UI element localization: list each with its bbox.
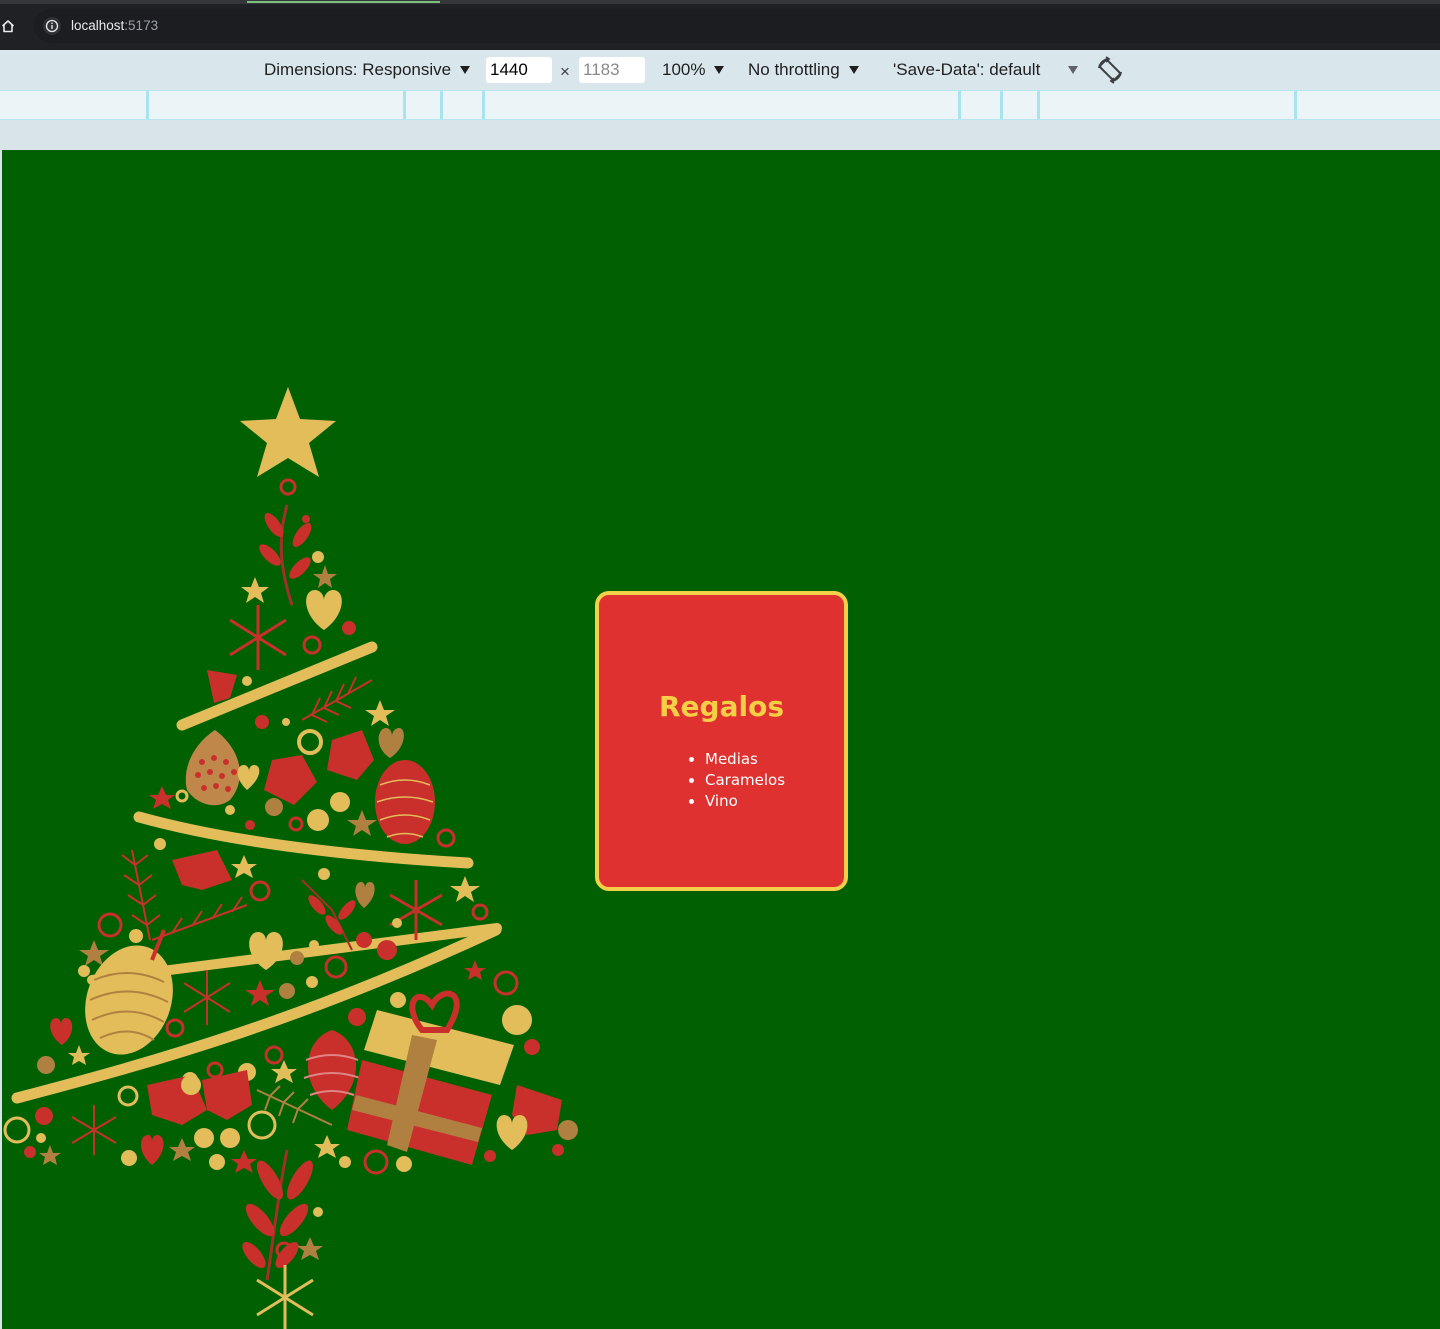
media-query-bar	[0, 90, 1440, 120]
site-info-button[interactable]	[43, 17, 61, 35]
save-data-caret-button[interactable]	[1068, 50, 1078, 90]
dimension-separator: ×	[560, 62, 570, 81]
rotate-button[interactable]	[1095, 55, 1125, 85]
media-query-marker[interactable]	[958, 91, 961, 119]
throttling-label: No throttling	[748, 60, 840, 79]
snowflake-icon	[71, 1105, 117, 1155]
save-data-label: 'Save-Data': default	[893, 60, 1041, 79]
chevron-down-icon	[460, 66, 471, 74]
url-host: localhost	[71, 18, 125, 33]
active-tab-indicator	[247, 1, 440, 3]
height-input[interactable]	[579, 57, 645, 83]
ruler	[0, 120, 1440, 150]
media-query-marker[interactable]	[403, 91, 406, 119]
media-query-marker[interactable]	[1037, 91, 1040, 119]
url-text[interactable]: localhost:5173	[71, 17, 158, 35]
dimensions-label: Dimensions: Responsive	[264, 60, 452, 79]
list-item: Caramelos	[705, 770, 785, 791]
omnibox[interactable]: localhost:5173	[34, 9, 1440, 43]
chevron-down-icon	[848, 66, 859, 74]
device-toolbar: Dimensions: Responsive × 100% No throttl…	[0, 50, 1440, 90]
media-query-marker[interactable]	[146, 91, 149, 119]
snowflake-icon	[256, 1265, 314, 1329]
gift-icon	[347, 990, 514, 1165]
media-query-marker[interactable]	[440, 91, 443, 119]
list-item: Medias	[705, 749, 785, 770]
chevron-down-icon	[1068, 66, 1078, 74]
page-viewport: Regalos Medias Caramelos Vino	[2, 150, 1440, 1329]
home-icon	[1, 20, 15, 33]
home-button[interactable]	[0, 14, 16, 38]
media-query-marker[interactable]	[1294, 91, 1297, 119]
zoom-label: 100%	[662, 60, 706, 79]
gifts-card: Regalos Medias Caramelos Vino	[595, 591, 848, 891]
snowflake-icon	[183, 970, 231, 1025]
zoom-dropdown[interactable]: 100%	[662, 50, 725, 90]
list-item: Vino	[705, 791, 785, 812]
media-query-marker[interactable]	[482, 91, 485, 119]
throttling-dropdown[interactable]: No throttling	[748, 50, 859, 90]
media-query-marker[interactable]	[1000, 91, 1003, 119]
url-port: :5173	[124, 18, 159, 33]
chevron-down-icon	[714, 66, 725, 74]
width-input[interactable]	[486, 57, 552, 83]
snowflake-icon	[229, 605, 287, 670]
snowflake-icon	[389, 880, 443, 940]
site-info-icon	[45, 19, 59, 33]
star-icon	[240, 387, 336, 477]
card-title: Regalos	[659, 690, 784, 723]
rotate-icon	[1098, 56, 1122, 84]
christmas-tree-illustration	[3, 387, 578, 1329]
save-data-dropdown[interactable]: 'Save-Data': default	[893, 50, 1040, 90]
address-bar-row: localhost:5173	[0, 4, 1440, 50]
dimensions-dropdown[interactable]: Dimensions: Responsive	[264, 50, 471, 90]
gift-list: Medias Caramelos Vino	[687, 749, 785, 812]
